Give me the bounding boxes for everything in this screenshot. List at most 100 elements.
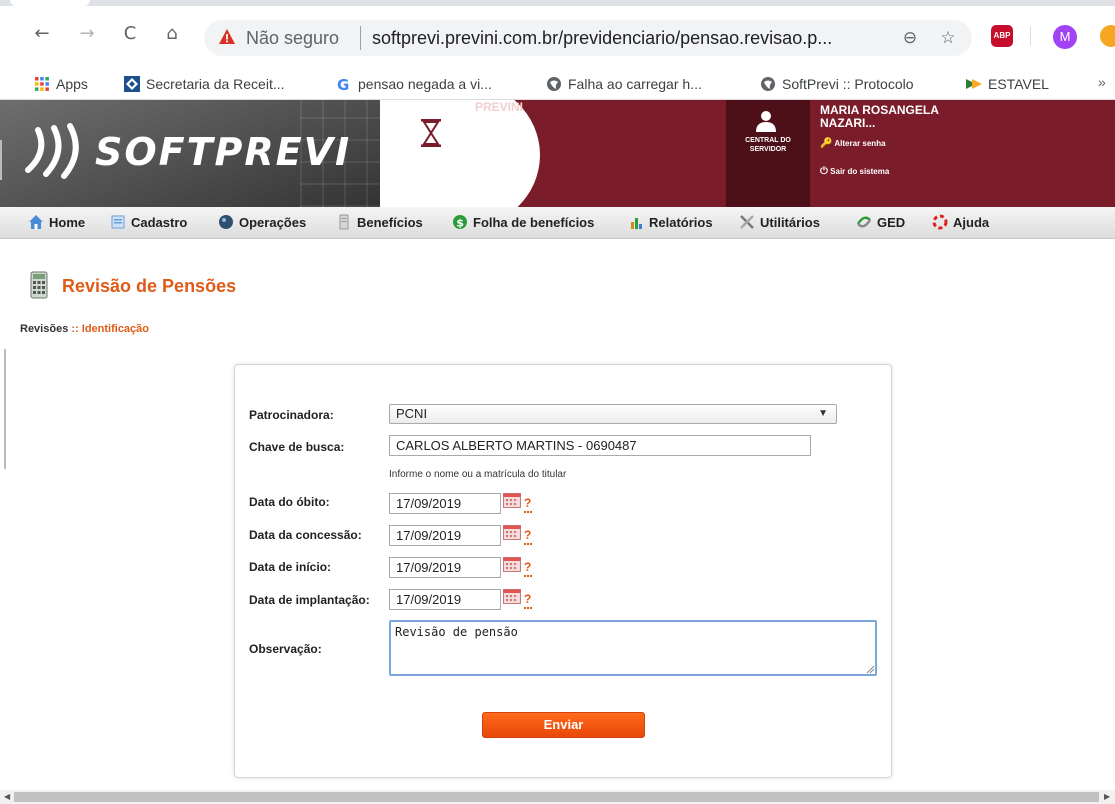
menu-relatorios[interactable]: Relatórios (628, 214, 713, 232)
zoom-icon[interactable]: ⊖ (898, 26, 922, 50)
help-icon[interactable]: ? (524, 496, 533, 513)
scrollbar-thumb[interactable] (14, 792, 1099, 802)
key-icon: 🔑 (820, 138, 833, 149)
dropdown-arrow-icon: ▼ (818, 408, 828, 419)
sponsor-value: PCNI (396, 406, 428, 421)
power-icon: ⏻ (820, 166, 828, 177)
bookmark-apps[interactable]: Apps (34, 74, 88, 94)
svg-text:$: $ (456, 217, 464, 230)
central-servidor-label: CENTRAL DO SERVIDOR (745, 137, 791, 153)
implementation-date-input[interactable]: 17/09/2019 (389, 589, 501, 610)
death-date-input[interactable]: 17/09/2019 (389, 493, 501, 514)
tools-icon (740, 215, 754, 229)
implementation-date-label: Data de implantação: (249, 593, 370, 607)
grant-date-label: Data da concessão: (249, 528, 362, 542)
menu-utilitarios[interactable]: Utilitários (739, 214, 820, 232)
forward-icon[interactable]: → (75, 22, 99, 46)
bookmark-google[interactable]: G pensao negada a vi... (336, 74, 492, 94)
grant-date-input[interactable]: 17/09/2019 (389, 525, 501, 546)
profile-avatar[interactable]: M (1053, 25, 1077, 49)
breadcrumb-root[interactable]: Revisões (20, 323, 68, 335)
adblock-icon[interactable]: ABP (991, 25, 1013, 47)
menu-folha-beneficios[interactable]: $ Folha de benefícios (452, 214, 594, 232)
bookmark-falha[interactable]: Falha ao carregar h... (546, 74, 702, 94)
start-date-label: Data de início: (249, 560, 332, 574)
insecure-label[interactable]: Não seguro (246, 26, 339, 50)
softprevi-logo-icon (25, 123, 79, 179)
bookmark-label: SoftPrevi :: Protocolo (782, 76, 914, 92)
horizontal-scrollbar[interactable]: ◀ ▶ (0, 790, 1115, 804)
beneficios-icon (339, 214, 349, 230)
help-ring-icon (932, 214, 948, 230)
browser-toolbar: ← → C ⌂ Não seguro softprevi.previni.com… (0, 0, 1115, 68)
menu-ged[interactable]: GED (856, 214, 905, 232)
bookmark-star-icon[interactable]: ☆ (936, 26, 960, 50)
bookmarks-bar: Apps Secretaria da Receit... G pensao ne… (0, 68, 1115, 100)
extension-icon[interactable] (1100, 25, 1115, 47)
reload-icon[interactable]: C (118, 22, 142, 46)
svg-text:G: G (337, 76, 349, 92)
cadastro-icon (111, 215, 125, 229)
change-password-link[interactable]: 🔑 Alterar senha (820, 138, 886, 149)
chart-icon (631, 218, 642, 229)
help-icon[interactable]: ? (524, 528, 533, 545)
menu-operacoes[interactable]: Operações (218, 214, 306, 232)
bookmark-label: pensao negada a vi... (358, 76, 492, 92)
search-key-input[interactable]: CARLOS ALBERTO MARTINS - 0690487 (389, 435, 811, 456)
submit-button[interactable]: Enviar (482, 712, 645, 738)
left-edge-line (0, 140, 2, 180)
calendar-icon[interactable] (503, 557, 521, 572)
note-textarea[interactable]: Revisão de pensão (389, 620, 877, 676)
calculator-icon (30, 271, 48, 299)
resize-handle-icon[interactable] (865, 664, 875, 674)
calendar-icon[interactable] (503, 493, 521, 508)
receita-icon (124, 76, 140, 92)
user-icon (756, 111, 776, 132)
calendar-icon[interactable] (503, 589, 521, 604)
bookmark-estavel[interactable]: ESTAVEL (966, 74, 1049, 94)
bookmark-label: Falha ao carregar h... (568, 76, 702, 92)
scroll-right-icon[interactable]: ▶ (1104, 792, 1110, 801)
menu-cadastro[interactable]: Cadastro (110, 214, 187, 232)
help-icon[interactable]: ? (524, 592, 533, 609)
user-name: MARIA ROSANGELA NAZARI... (820, 103, 939, 130)
calendar-icon[interactable] (503, 525, 521, 540)
globe-icon (547, 77, 561, 91)
menu-home[interactable]: Home (28, 214, 85, 232)
header-white-curve (380, 100, 540, 207)
org-name: PREVINI (475, 100, 524, 114)
left-edge-line (4, 349, 6, 469)
logout-link[interactable]: ⏻ Sair do sistema (820, 166, 889, 177)
address-separator (360, 26, 361, 50)
apps-grid-icon (35, 77, 49, 91)
main-menu: Home Cadastro Operações Benefícios $ Folh… (0, 207, 1115, 239)
menu-ajuda[interactable]: Ajuda (932, 214, 989, 232)
ged-icon (856, 216, 872, 228)
url-text[interactable]: softprevi.previni.com.br/previdenciario/… (372, 26, 832, 50)
help-icon[interactable]: ? (524, 560, 533, 577)
scroll-left-icon[interactable]: ◀ (4, 792, 10, 801)
estavel-icon (966, 79, 982, 89)
menu-beneficios[interactable]: Benefícios (336, 214, 423, 232)
sponsor-select[interactable]: PCNI ▼ (389, 404, 837, 424)
hourglass-icon (421, 119, 441, 147)
bookmark-protocolo[interactable]: SoftPrevi :: Protocolo (760, 74, 914, 94)
globe-icon (761, 77, 775, 91)
back-icon[interactable]: ← (30, 22, 54, 46)
address-bar[interactable]: Não seguro softprevi.previni.com.br/prev… (204, 20, 972, 56)
sponsor-label: Patrocinadora: (249, 408, 334, 422)
central-servidor-button[interactable]: CENTRAL DO SERVIDOR (726, 100, 810, 207)
page-title: Revisão de Pensões (62, 276, 237, 296)
more-bookmarks-icon[interactable]: » (1098, 74, 1106, 90)
google-icon: G (337, 76, 349, 92)
bookmark-label: Secretaria da Receit... (146, 76, 285, 92)
start-date-input[interactable]: 17/09/2019 (389, 557, 501, 578)
bookmark-receita[interactable]: Secretaria da Receit... (124, 74, 285, 94)
bookmark-label: ESTAVEL (988, 76, 1049, 92)
death-date-label: Data do óbito: (249, 495, 330, 509)
home-browser-icon[interactable]: ⌂ (160, 22, 184, 46)
softprevi-logo-text: SOFTPREVI (95, 130, 352, 174)
tab-strip (0, 0, 1115, 6)
breadcrumb-separator: :: (71, 323, 79, 335)
warning-icon[interactable] (218, 28, 236, 46)
